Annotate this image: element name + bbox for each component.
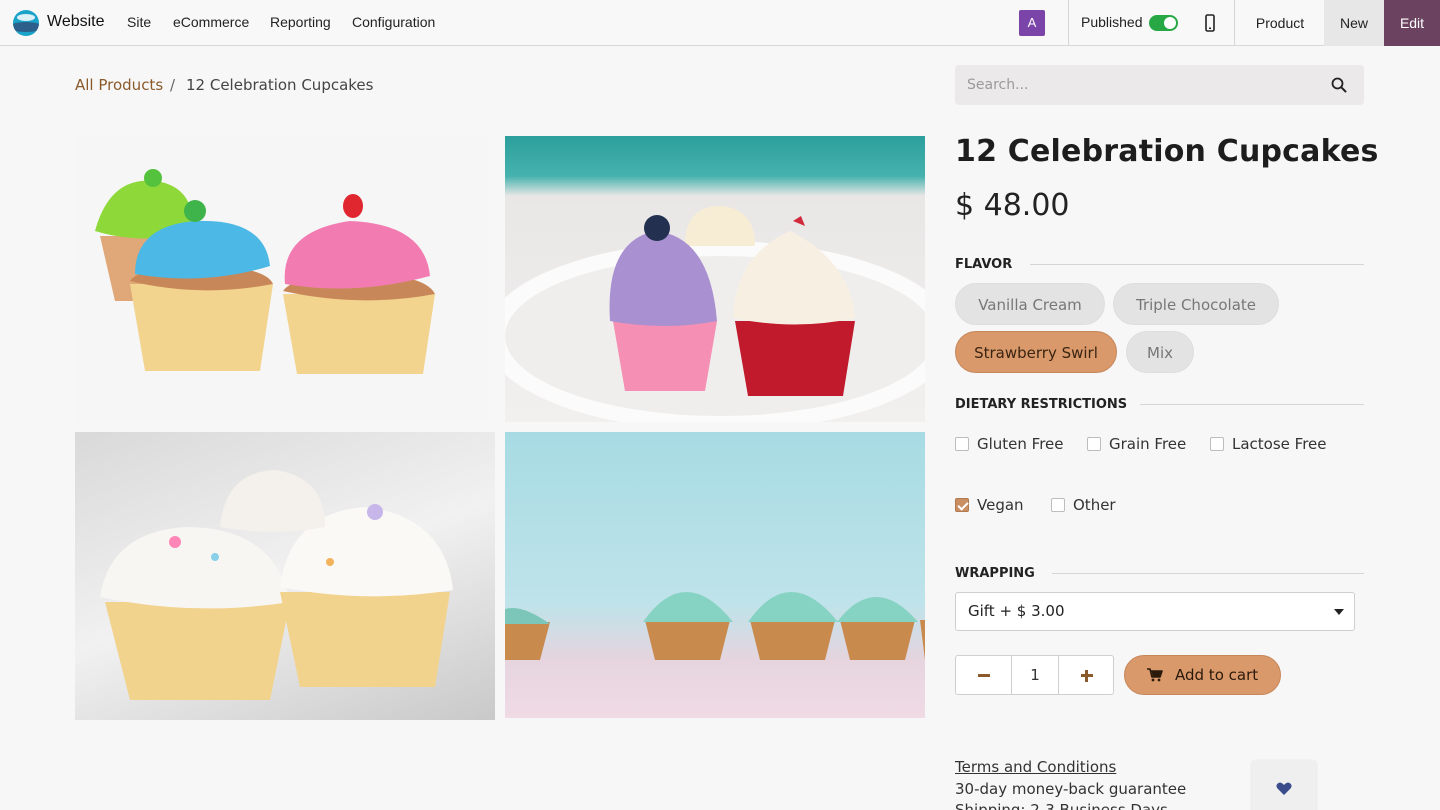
new-button[interactable]: New [1324,0,1384,46]
add-to-cart-button[interactable]: Add to cart [1124,655,1281,695]
menu-ecommerce[interactable]: eCommerce [173,14,249,30]
wrapping-selected-value: Gift + $ 3.00 [968,602,1065,620]
search-icon [1331,77,1347,93]
product-title: 12 Celebration Cupcakes [955,134,1379,169]
add-to-cart-label: Add to cart [1175,666,1259,684]
user-avatar[interactable]: A [1019,10,1045,36]
quantity-decrease-button[interactable] [956,656,1012,694]
product-image-4[interactable] [505,432,925,718]
app-title[interactable]: Website [47,13,105,31]
website-logo-icon[interactable] [13,10,39,36]
heart-icon [1276,782,1292,795]
divider [1030,264,1364,265]
edit-button[interactable]: Edit [1384,0,1440,46]
quantity-stepper: 1 [955,655,1114,695]
divider [1068,0,1069,46]
breadcrumb-separator: / [170,76,176,94]
menu-reporting[interactable]: Reporting [270,14,331,30]
published-label: Published [1081,14,1143,30]
cart-icon [1147,668,1163,682]
flavor-option-mix[interactable]: Mix [1126,331,1194,373]
breadcrumb-all-products[interactable]: All Products [75,76,163,94]
divider [1234,0,1235,46]
wrapping-label: WRAPPING [955,566,1035,581]
shipping-text: Shipping: 2-3 Business Days [955,801,1168,810]
product-image-1[interactable] [75,136,495,422]
checkbox-label: Gluten Free [977,435,1064,453]
menu-site[interactable]: Site [127,14,151,30]
dietary-label: DIETARY RESTRICTIONS [955,397,1128,412]
product-price: $ 48.00 [955,188,1070,223]
checkbox-label: Grain Free [1109,435,1187,453]
published-toggle[interactable] [1149,15,1178,31]
checkbox-grain-free[interactable] [1087,437,1101,451]
search-bar [955,65,1364,105]
product-image-3[interactable] [75,432,495,720]
wrapping-select[interactable]: Gift + $ 3.00 [955,592,1355,631]
checkbox-label: Lactose Free [1232,435,1327,453]
divider [1052,573,1364,574]
checkbox-vegan[interactable] [955,498,969,512]
checkbox-label: Other [1073,496,1116,514]
flavor-option-strawberry-swirl[interactable]: Strawberry Swirl [955,331,1117,373]
divider [1140,404,1364,405]
quantity-input[interactable]: 1 [1012,656,1058,694]
flavor-option-triple-chocolate[interactable]: Triple Chocolate [1113,283,1279,325]
chevron-down-icon [1334,609,1344,615]
checkbox-label: Vegan [977,496,1024,514]
product-menu[interactable]: Product [1243,0,1317,46]
mobile-preview-icon[interactable] [1204,14,1216,32]
top-navbar: Website Site eCommerce Reporting Configu… [0,0,1440,46]
menu-configuration[interactable]: Configuration [352,14,435,30]
guarantee-text: 30-day money-back guarantee [955,780,1187,798]
quantity-increase-button[interactable] [1058,656,1114,694]
terms-link[interactable]: Terms and Conditions [955,758,1116,776]
checkbox-lactose-free[interactable] [1210,437,1224,451]
breadcrumb-current: 12 Celebration Cupcakes [186,76,374,94]
checkbox-other[interactable] [1051,498,1065,512]
search-button[interactable] [1314,65,1364,105]
flavor-option-vanilla-cream[interactable]: Vanilla Cream [955,283,1105,325]
product-image-2[interactable] [505,136,925,422]
search-input[interactable] [955,65,1305,105]
checkbox-gluten-free[interactable] [955,437,969,451]
flavor-label: FLAVOR [955,257,1013,272]
wishlist-button[interactable] [1252,760,1316,810]
